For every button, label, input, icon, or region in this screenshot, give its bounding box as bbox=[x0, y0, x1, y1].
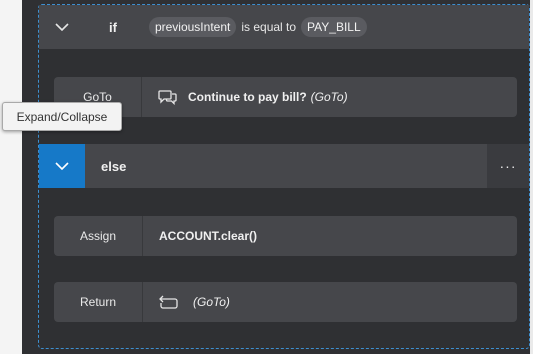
condition-value-chip[interactable]: PAY_BILL bbox=[301, 17, 367, 37]
canvas-background bbox=[0, 0, 22, 354]
goto-target: Continue to pay bill? bbox=[188, 90, 307, 104]
goto-action-row[interactable]: GoTo Continue to pay bill? (GoTo) bbox=[54, 77, 517, 117]
return-action-label: Return bbox=[54, 282, 143, 322]
chevron-down-icon bbox=[55, 162, 69, 170]
assign-expression: ACCOUNT.clear() bbox=[159, 229, 258, 243]
goto-action-body[interactable]: Continue to pay bill? (GoTo) bbox=[142, 89, 348, 105]
assign-action-body[interactable]: ACCOUNT.clear() bbox=[143, 229, 257, 243]
ellipsis-icon: ··· bbox=[499, 158, 517, 174]
if-condition-bar[interactable]: if previousIntent is equal to PAY_BILL bbox=[39, 5, 529, 49]
return-action-body[interactable]: (GoTo) bbox=[143, 295, 230, 309]
return-suffix: (GoTo) bbox=[193, 295, 230, 309]
condition-variable-chip[interactable]: previousIntent bbox=[148, 17, 237, 37]
chevron-down-icon bbox=[55, 23, 69, 31]
assign-action-label: Assign bbox=[54, 216, 143, 256]
return-action-row[interactable]: Return (GoTo) bbox=[54, 282, 517, 322]
else-bar[interactable]: else ··· bbox=[39, 144, 529, 188]
expand-collapse-tooltip: Expand/Collapse bbox=[2, 102, 122, 131]
else-toggle-button[interactable] bbox=[39, 144, 85, 188]
return-loop-icon bbox=[159, 295, 178, 309]
if-keyword: if bbox=[109, 19, 117, 35]
if-toggle-button[interactable] bbox=[39, 5, 85, 49]
condition-operator: is equal to bbox=[241, 20, 297, 34]
goto-suffix: (GoTo) bbox=[310, 90, 348, 104]
assign-action-row[interactable]: Assign ACCOUNT.clear() bbox=[54, 216, 517, 256]
more-options-button[interactable]: ··· bbox=[487, 144, 529, 188]
chat-bubbles-icon bbox=[158, 90, 177, 105]
else-keyword: else bbox=[101, 158, 127, 174]
